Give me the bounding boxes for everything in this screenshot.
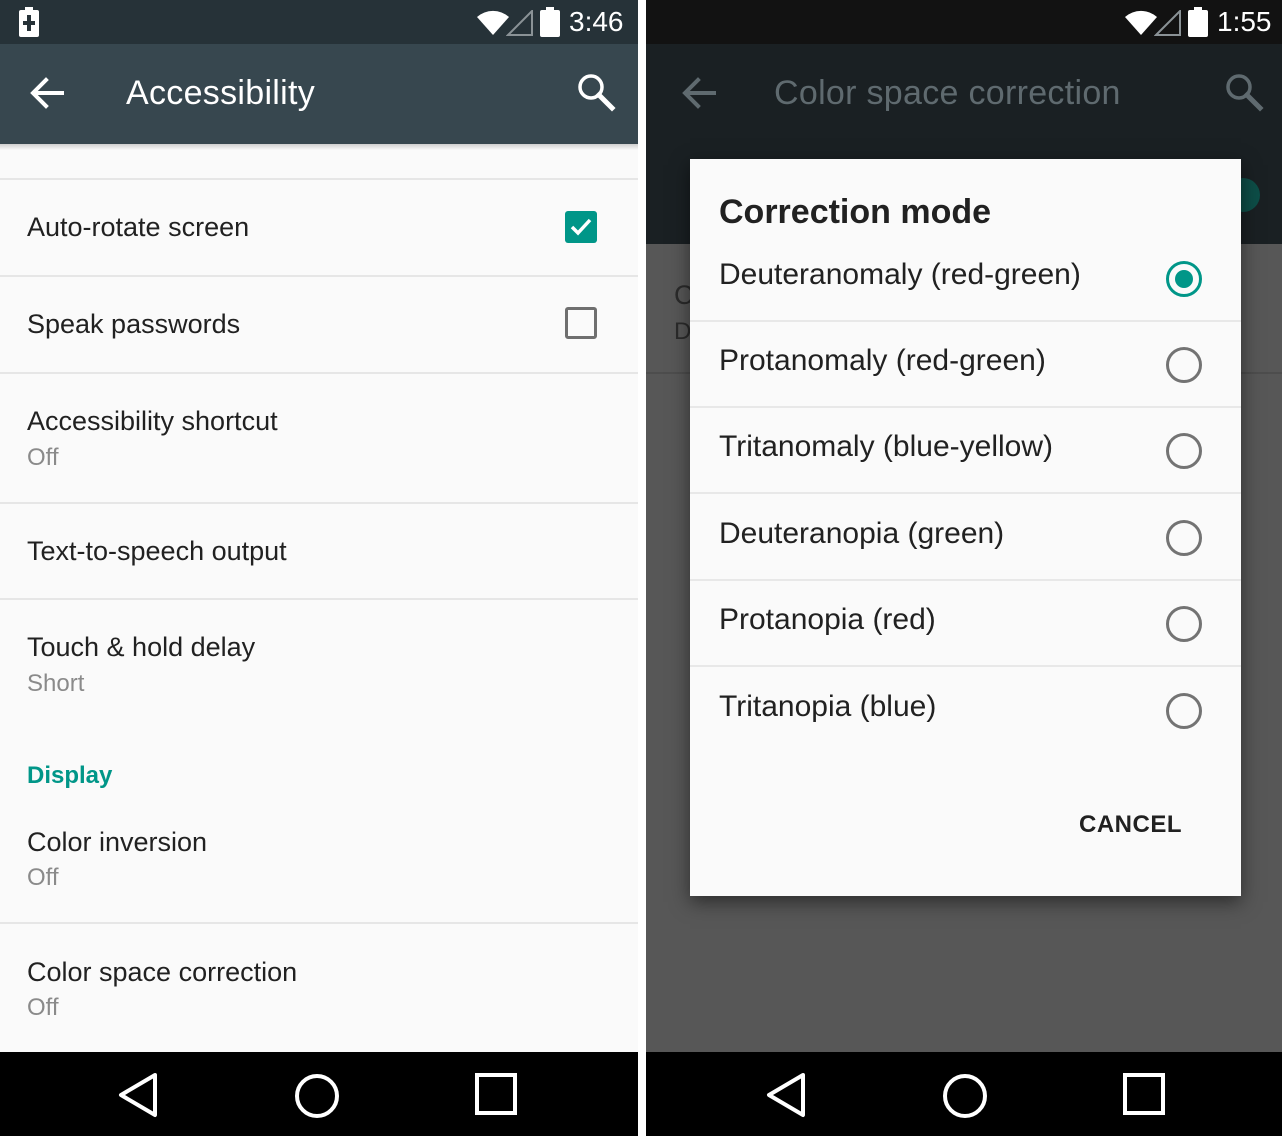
option-tritanomaly[interactable]: Tritanomaly (blue-yellow)	[690, 408, 1241, 494]
option-label: Protanomaly (red-green)	[719, 344, 1046, 377]
wifi-icon	[1125, 10, 1157, 35]
setting-color-space-correction[interactable]: Color space correction Off	[0, 924, 638, 1052]
app-bar: Color space correction	[646, 44, 1282, 144]
setting-summary: Off	[27, 864, 59, 891]
option-label: Tritanopia (blue)	[719, 690, 937, 723]
app-bar-shadow	[0, 144, 638, 150]
option-label: Tritanomaly (blue-yellow)	[719, 430, 1053, 463]
dimmed-setting-summary: D	[674, 318, 692, 345]
setting-color-inversion[interactable]: Color inversion Off	[0, 795, 638, 922]
search-icon[interactable]	[1224, 72, 1264, 112]
setting-title: Speak passwords	[27, 309, 241, 339]
back-triangle-icon[interactable]	[116, 1072, 160, 1118]
setting-touch-hold-delay[interactable]: Touch & hold delay Short	[0, 600, 638, 730]
checkmark-icon	[570, 218, 592, 236]
app-bar: Accessibility	[0, 44, 638, 144]
option-divider	[690, 665, 1241, 667]
setting-accessibility-shortcut[interactable]: Accessibility shortcut Off	[0, 374, 638, 502]
setting-title: Touch & hold delay	[27, 632, 256, 662]
radio-unselected[interactable]	[1166, 606, 1202, 642]
signal-icon	[506, 10, 533, 36]
setting-summary: Off	[27, 444, 59, 471]
back-triangle-icon[interactable]	[764, 1072, 808, 1118]
option-tritanopia[interactable]: Tritanopia (blue)	[690, 668, 1241, 754]
setting-summary: Off	[27, 994, 59, 1021]
radio-unselected[interactable]	[1166, 433, 1202, 469]
page-title: Accessibility	[126, 74, 316, 112]
option-protanomaly[interactable]: Protanomaly (red-green)	[690, 322, 1241, 408]
option-protanopia[interactable]: Protanopia (red)	[690, 581, 1241, 667]
color-space-correction-screen: 1:55 Color space correction C D Correcti…	[646, 0, 1282, 1136]
setting-auto-rotate[interactable]: Auto-rotate screen	[0, 180, 638, 275]
recents-square-icon[interactable]	[1122, 1072, 1166, 1116]
radio-unselected[interactable]	[1166, 520, 1202, 556]
status-time: 3:46	[569, 6, 624, 37]
option-divider	[690, 492, 1241, 494]
setting-tts-output[interactable]: Text-to-speech output	[0, 504, 638, 599]
dialog-title: Correction mode	[719, 193, 992, 231]
speak-passwords-checkbox[interactable]	[565, 307, 597, 339]
search-icon[interactable]	[576, 72, 616, 112]
navigation-bar	[0, 1052, 638, 1136]
recents-square-icon[interactable]	[474, 1072, 518, 1116]
setting-title: Text-to-speech output	[27, 536, 287, 566]
back-arrow-icon[interactable]	[680, 74, 718, 112]
wifi-icon	[477, 10, 509, 35]
home-circle-icon[interactable]	[941, 1072, 989, 1120]
auto-rotate-checkbox[interactable]	[565, 211, 597, 243]
home-circle-icon[interactable]	[293, 1072, 341, 1120]
setting-title: Auto-rotate screen	[27, 212, 250, 242]
status-time: 1:55	[1217, 6, 1272, 37]
signal-icon	[1154, 10, 1181, 36]
navigation-bar	[646, 1052, 1282, 1136]
radio-selected[interactable]	[1166, 261, 1202, 297]
radio-unselected[interactable]	[1166, 693, 1202, 729]
setting-title: Accessibility shortcut	[27, 406, 278, 436]
battery-charging-icon	[19, 7, 39, 37]
battery-icon	[1188, 7, 1208, 37]
option-deuteranomaly[interactable]: Deuteranomaly (red-green)	[690, 236, 1241, 322]
status-bar: 3:46	[0, 0, 638, 44]
back-arrow-icon[interactable]	[28, 74, 66, 112]
setting-title: Color space correction	[27, 957, 298, 987]
radio-unselected[interactable]	[1166, 347, 1202, 383]
page-title: Color space correction	[774, 74, 1121, 112]
accessibility-screen: 3:46 Accessibility Auto-rotate screen Sp…	[0, 0, 638, 1136]
setting-summary: Short	[27, 670, 85, 697]
battery-icon	[540, 7, 560, 37]
option-label: Protanopia (red)	[719, 603, 936, 636]
option-label: Deuteranomaly (red-green)	[719, 258, 1081, 291]
cancel-button[interactable]: CANCEL	[1079, 809, 1182, 841]
section-header-display: Display	[27, 762, 113, 789]
setting-speak-passwords[interactable]: Speak passwords	[0, 277, 638, 372]
status-bar: 1:55	[646, 0, 1282, 44]
correction-mode-dialog: Correction mode Deuteranomaly (red-green…	[690, 159, 1241, 896]
option-label: Deuteranopia (green)	[719, 517, 1005, 550]
setting-title: Color inversion	[27, 827, 208, 857]
option-deuteranopia[interactable]: Deuteranopia (green)	[690, 495, 1241, 581]
